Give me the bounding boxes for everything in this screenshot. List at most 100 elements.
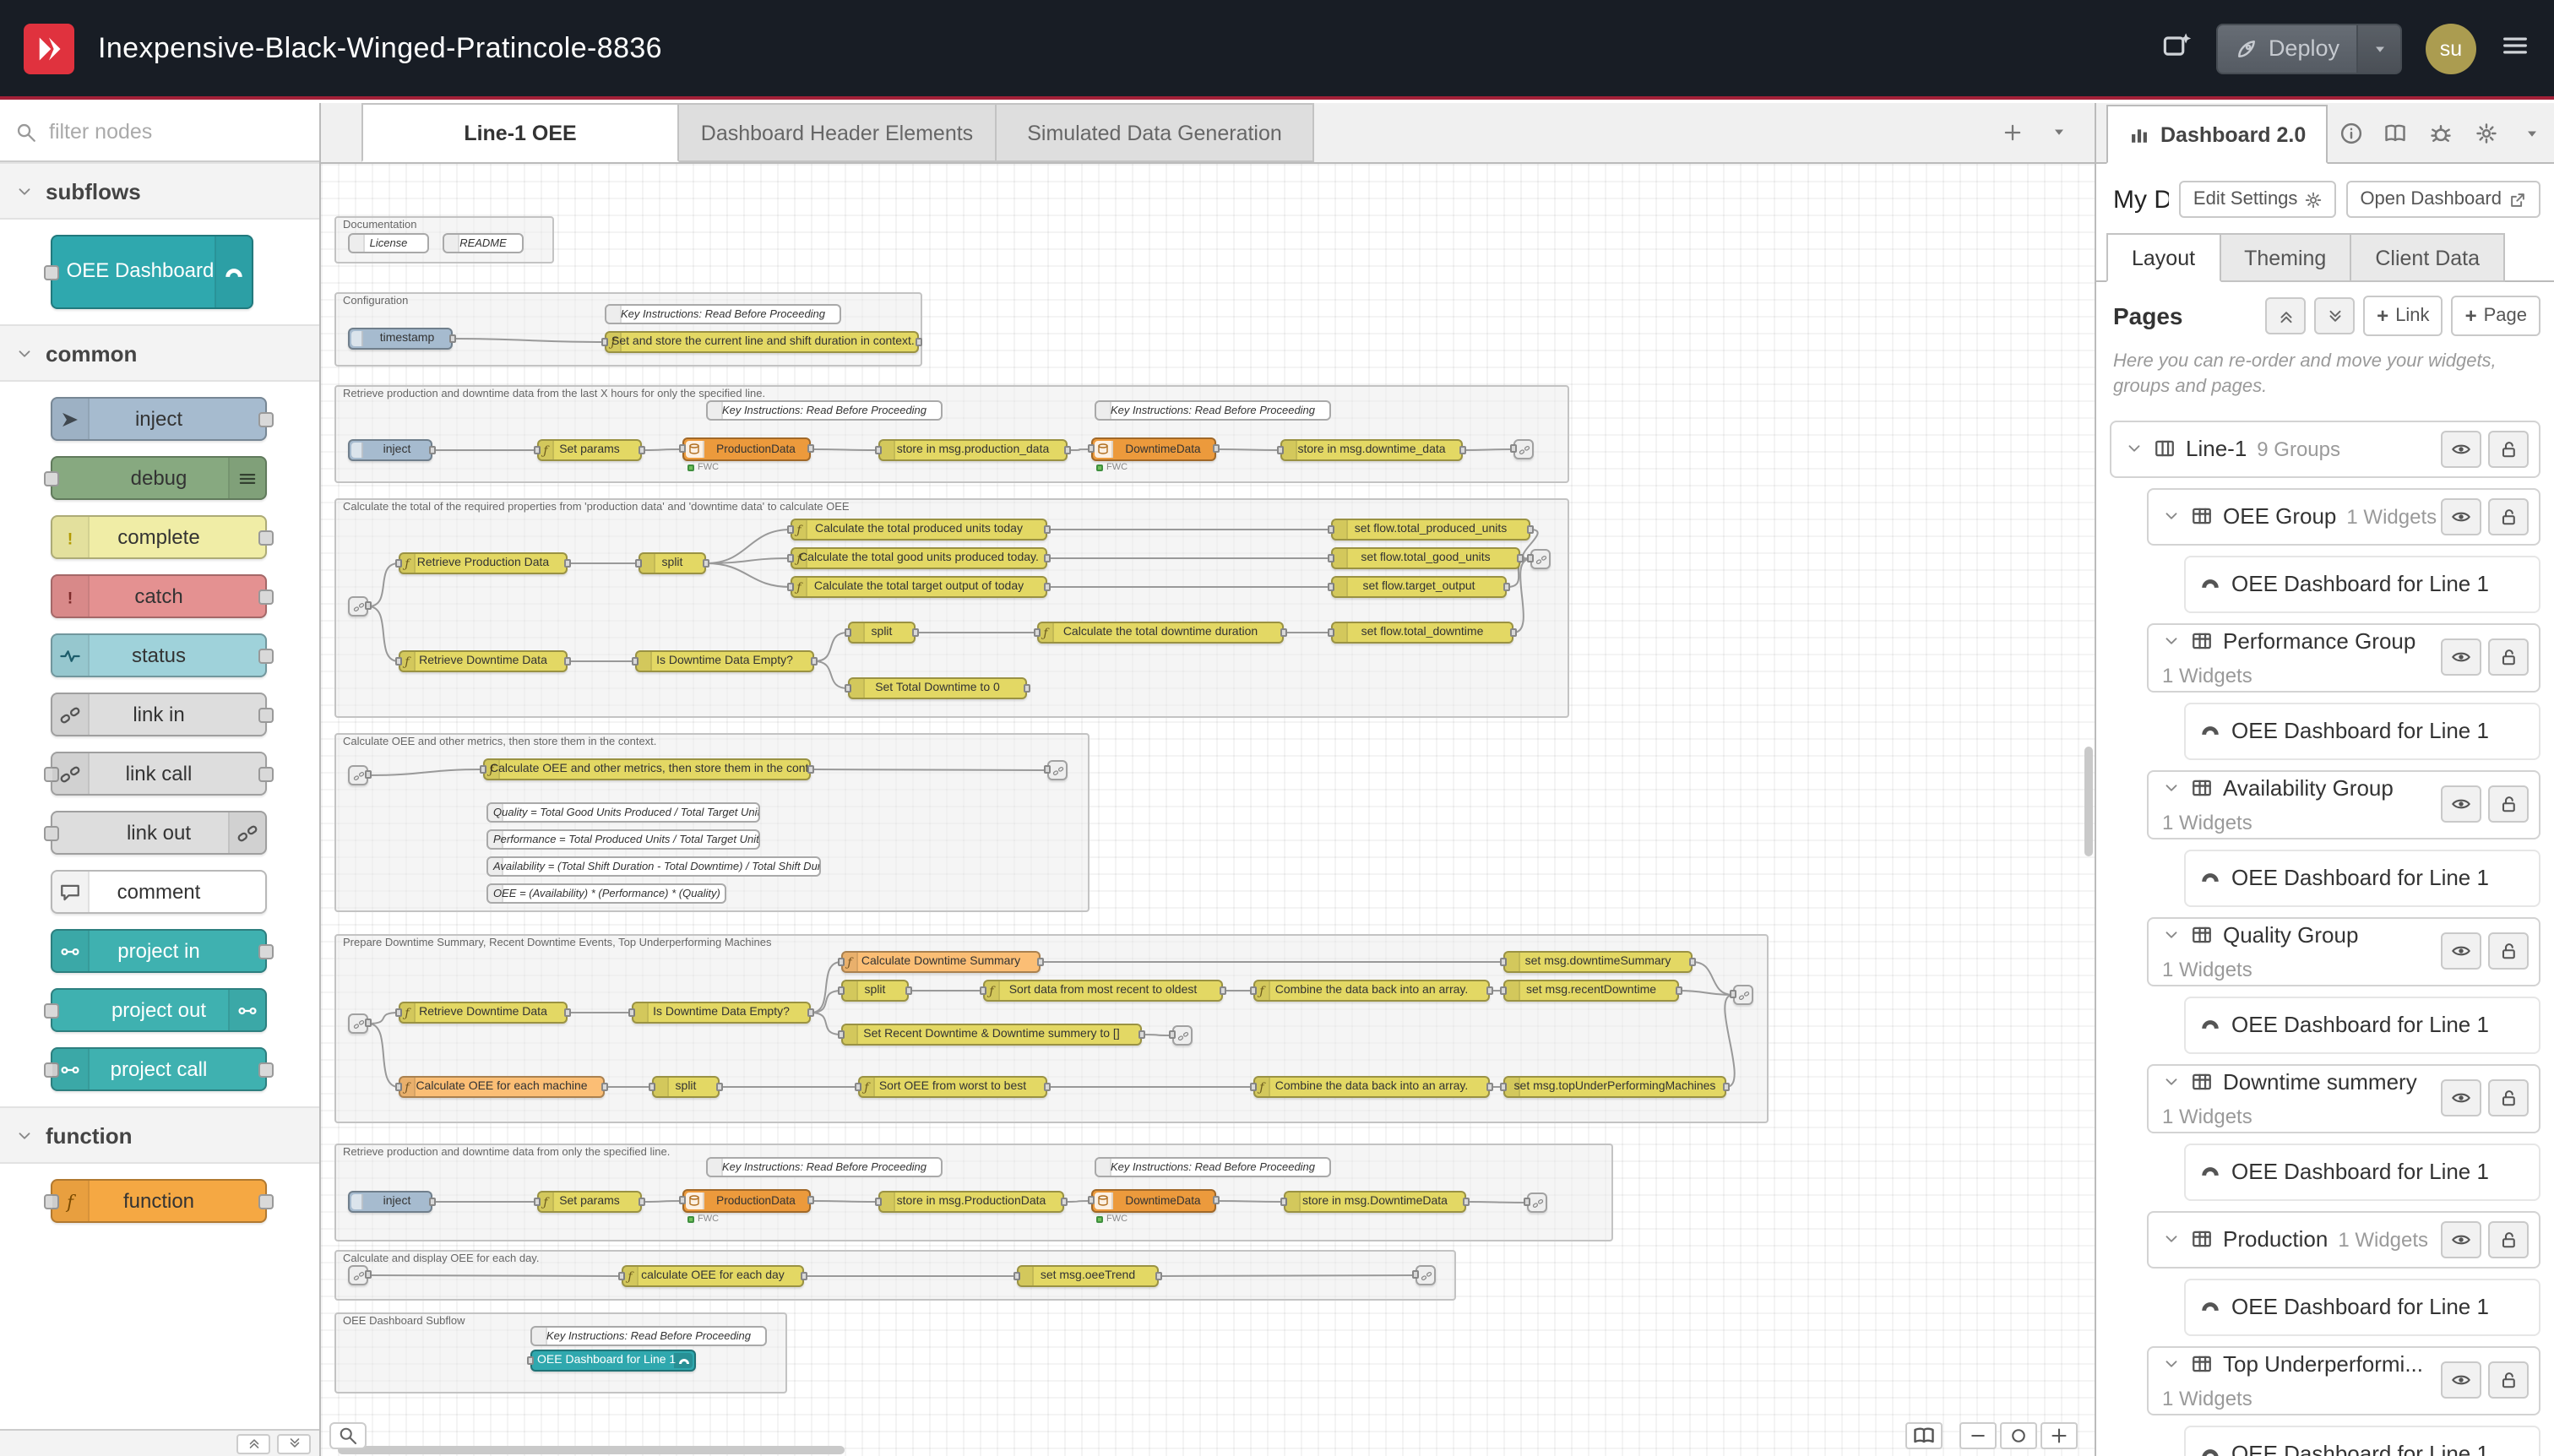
tab-debug[interactable] bbox=[2418, 103, 2464, 162]
flow-node-function[interactable]: ƒCalculate the total downtime duration bbox=[1037, 622, 1284, 644]
flow-node-comment[interactable]: Key Instructions: Read Before Proceeding bbox=[1095, 400, 1331, 421]
flow-node-change[interactable]: set msg.downtimeSummary bbox=[1503, 951, 1693, 973]
visibility-toggle[interactable] bbox=[2441, 497, 2481, 535]
tab-layout[interactable]: Layout bbox=[2106, 233, 2220, 282]
flow-node-function[interactable]: ƒSet params bbox=[537, 439, 642, 461]
expand-all-button[interactable] bbox=[2314, 297, 2355, 334]
flow-tab-line-1-oee[interactable]: Line-1 OEE bbox=[361, 103, 679, 162]
palette-node-catch[interactable]: !catch bbox=[51, 574, 267, 618]
flow-node-link[interactable] bbox=[1416, 1265, 1436, 1285]
visibility-toggle[interactable] bbox=[2441, 1220, 2481, 1258]
palette-node-project-call[interactable]: project call bbox=[51, 1047, 267, 1091]
palette-collapse-categories-button[interactable] bbox=[236, 1433, 270, 1453]
sidebar-tab-list-button[interactable] bbox=[2508, 103, 2554, 162]
tree-row-group[interactable]: OEE Group1 Widgets bbox=[2147, 487, 2540, 545]
flow-group[interactable]: Retrieve production and downtime data fr… bbox=[334, 385, 1569, 483]
tab-theming[interactable]: Theming bbox=[2220, 233, 2351, 282]
flow-node-split[interactable]: split bbox=[841, 980, 909, 1002]
flow-node-change[interactable]: Set Recent Downtime & Downtime summery t… bbox=[841, 1024, 1142, 1046]
tab-info[interactable] bbox=[2328, 103, 2373, 162]
tab-dashboard-2[interactable]: Dashboard 2.0 bbox=[2106, 105, 2328, 164]
flow-node-inject[interactable]: timestamp bbox=[348, 328, 453, 350]
palette-category-common[interactable]: common bbox=[0, 324, 319, 382]
flow-node-function[interactable]: ƒCombine the data back into an array. bbox=[1253, 980, 1490, 1002]
flow-node-link[interactable] bbox=[1047, 760, 1068, 780]
palette-node-inject[interactable]: inject bbox=[51, 397, 267, 441]
tree-row-widget[interactable]: OEE Dashboard for Line 1 bbox=[2184, 555, 2540, 612]
tree-row-widget[interactable]: OEE Dashboard for Line 1 bbox=[2184, 996, 2540, 1053]
flow-node-link[interactable] bbox=[348, 1013, 368, 1034]
visibility-toggle[interactable] bbox=[2441, 932, 2481, 970]
flow-node-subflow[interactable]: OEE Dashboard for Line 1 bbox=[530, 1350, 696, 1372]
visibility-toggle[interactable] bbox=[2441, 1079, 2481, 1116]
flow-node-db[interactable]: ProductionDataFWC bbox=[682, 1189, 811, 1213]
palette-category-function[interactable]: function bbox=[0, 1106, 319, 1164]
flow-node-link[interactable] bbox=[1733, 985, 1753, 1005]
tree-row-widget[interactable]: OEE Dashboard for Line 1 bbox=[2184, 849, 2540, 906]
chevron-down-icon[interactable] bbox=[2162, 1230, 2181, 1248]
tree-row-widget[interactable]: OEE Dashboard for Line 1 bbox=[2184, 702, 2540, 759]
inject-button[interactable] bbox=[351, 331, 363, 346]
flow-node-function[interactable]: ƒSet params bbox=[537, 1191, 642, 1213]
flow-node-change[interactable]: store in msg.production_data bbox=[878, 439, 1068, 461]
palette-search[interactable]: filter nodes bbox=[0, 103, 319, 162]
flow-node-funcorange[interactable]: ƒCalculate Downtime Summary bbox=[841, 951, 1041, 973]
flow-node-change[interactable]: set msg.recentDowntime bbox=[1503, 980, 1679, 1002]
canvas-vscrollbar[interactable] bbox=[2084, 747, 2093, 856]
flow-node-link[interactable] bbox=[1172, 1025, 1193, 1046]
flow-node-function[interactable]: ƒCombine the data back into an array. bbox=[1253, 1076, 1490, 1098]
chevron-down-icon[interactable] bbox=[2162, 507, 2181, 525]
flow-node-split[interactable]: split bbox=[652, 1076, 720, 1098]
tree-row-widget[interactable]: OEE Dashboard for Line 1 bbox=[2184, 1278, 2540, 1335]
flow-tab-simulated-data-generation[interactable]: Simulated Data Generation bbox=[997, 103, 1314, 162]
flow-node-change[interactable]: store in msg.ProductionData bbox=[878, 1191, 1064, 1213]
flow-node-function[interactable]: ƒRetrieve Downtime Data bbox=[399, 650, 568, 672]
chevron-down-icon[interactable] bbox=[2162, 778, 2181, 796]
flow-node-link[interactable] bbox=[348, 596, 368, 617]
palette-node-link-in[interactable]: link in bbox=[51, 693, 267, 736]
flow-node-comment[interactable]: Quality = Total Good Units Produced / To… bbox=[486, 802, 760, 823]
flow-node-comment[interactable]: Key Instructions: Read Before Proceeding bbox=[530, 1326, 767, 1346]
flow-node-function[interactable]: ƒCalculate the total target output of to… bbox=[791, 576, 1047, 598]
flow-node-change[interactable]: set flow.total_downtime bbox=[1331, 622, 1513, 644]
lock-toggle[interactable] bbox=[2488, 932, 2529, 970]
flow-list-button[interactable] bbox=[2037, 110, 2081, 154]
flow-node-inject[interactable]: inject bbox=[348, 1191, 432, 1213]
flow-node-function[interactable]: ƒRetrieve Production Data bbox=[399, 552, 568, 574]
lock-toggle[interactable] bbox=[2488, 497, 2529, 535]
palette-node-link-out[interactable]: link out bbox=[51, 811, 267, 855]
collapse-all-button[interactable] bbox=[2265, 297, 2306, 334]
add-link-button[interactable]: +Link bbox=[2363, 296, 2443, 336]
zoom-in-button[interactable] bbox=[2040, 1422, 2078, 1449]
flow-node-link[interactable] bbox=[348, 765, 368, 785]
flow-node-switch[interactable]: Is Downtime Data Empty? bbox=[632, 1002, 811, 1024]
user-avatar[interactable]: su bbox=[2426, 23, 2476, 73]
flow-node-comment[interactable]: License bbox=[348, 233, 429, 253]
palette-node-status[interactable]: status bbox=[51, 633, 267, 677]
visibility-toggle[interactable] bbox=[2441, 430, 2481, 467]
deploy-button[interactable]: Deploy bbox=[2216, 23, 2402, 73]
tree-row-group[interactable]: Top Underperformi...1 Widgets bbox=[2147, 1345, 2540, 1415]
flow-node-comment[interactable]: Key Instructions: Read Before Proceeding bbox=[1095, 1157, 1331, 1177]
edit-settings-button[interactable]: Edit Settings bbox=[2180, 181, 2337, 218]
flow-node-function[interactable]: ƒCalculate the total produced units toda… bbox=[791, 519, 1047, 541]
flow-node-comment[interactable]: Key Instructions: Read Before Proceeding bbox=[706, 400, 943, 421]
flow-canvas[interactable]: DocumentationConfigurationRetrieve produ… bbox=[321, 164, 2095, 1456]
visibility-toggle[interactable] bbox=[2441, 638, 2481, 676]
tree-row-page[interactable]: Line-19 Groups bbox=[2110, 420, 2540, 477]
palette-node-oee-dashboard[interactable]: OEE Dashboard bbox=[51, 235, 253, 309]
canvas-hscrollbar[interactable] bbox=[338, 1446, 845, 1454]
add-page-button[interactable]: +Page bbox=[2452, 296, 2540, 336]
tree-row-group[interactable]: Availability Group1 Widgets bbox=[2147, 769, 2540, 839]
flow-node-function[interactable]: ƒcalculate OEE for each day bbox=[622, 1265, 804, 1287]
deploy-options-button[interactable] bbox=[2356, 23, 2400, 73]
palette-node-debug[interactable]: debug bbox=[51, 456, 267, 500]
add-flow-button[interactable] bbox=[1990, 110, 2034, 154]
flow-node-change[interactable]: set msg.topUnderPerformingMachines bbox=[1503, 1076, 1726, 1098]
palette-node-project-out[interactable]: project out bbox=[51, 988, 267, 1032]
lock-toggle[interactable] bbox=[2488, 430, 2529, 467]
flow-node-switch[interactable]: Is Downtime Data Empty? bbox=[635, 650, 814, 672]
flow-node-link[interactable] bbox=[1513, 439, 1534, 459]
palette-category-subflows[interactable]: subflows bbox=[0, 162, 319, 220]
palette-node-comment[interactable]: comment bbox=[51, 870, 267, 914]
